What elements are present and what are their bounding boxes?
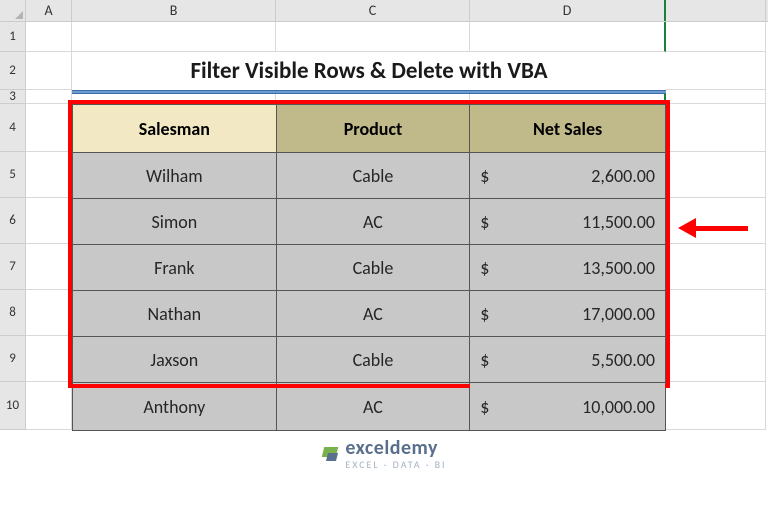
row-header-6[interactable]: 6 [0, 198, 26, 244]
row-header-7[interactable]: 7 [0, 244, 26, 290]
cell-netsales: $5,500.00 [470, 337, 666, 383]
cell-product: AC [276, 291, 470, 337]
exceldemy-logo-icon [321, 445, 339, 463]
cell-product: Cable [276, 245, 470, 291]
cell-product: AC [276, 199, 470, 245]
th-product[interactable]: Product [276, 105, 470, 153]
cell-salesman: Jaxson [73, 337, 277, 383]
cell-netsales: $11,500.00 [470, 199, 666, 245]
title-underline [72, 90, 666, 94]
cell-salesman: Frank [73, 245, 277, 291]
cell-netsales: $17,000.00 [470, 291, 666, 337]
row-header-9[interactable]: 9 [0, 336, 26, 382]
data-table: Salesman Product Net Sales Wilham Cable … [72, 104, 666, 431]
row-header-2[interactable]: 2 [0, 52, 26, 90]
row-header-col: 1 2 3 4 5 6 7 8 9 10 [0, 22, 26, 430]
page-title: Filter Visible Rows & Delete with VBA [72, 52, 666, 90]
row-header-10[interactable]: 10 [0, 382, 26, 430]
cell-netsales: $13,500.00 [470, 245, 666, 291]
cell-product: AC [276, 383, 470, 431]
row-header-5[interactable]: 5 [0, 152, 26, 198]
col-header-next[interactable] [666, 0, 766, 21]
cells-area[interactable]: Filter Visible Rows & Delete with VBA Sa… [26, 22, 766, 430]
col-header-A[interactable]: A [26, 0, 72, 21]
pointer-arrow-icon [678, 218, 750, 238]
select-all-triangle[interactable] [0, 0, 26, 21]
th-netsales[interactable]: Net Sales [470, 105, 666, 153]
row-header-8[interactable]: 8 [0, 290, 26, 336]
table-row[interactable]: Anthony AC $10,000.00 [73, 383, 666, 431]
cell-netsales: $2,600.00 [470, 153, 666, 199]
col-header-D[interactable]: D [470, 0, 666, 21]
cell-salesman: Wilham [73, 153, 277, 199]
col-header-C[interactable]: C [276, 0, 470, 21]
row-header-4[interactable]: 4 [0, 104, 26, 152]
row-header-3[interactable]: 3 [0, 90, 26, 104]
table-row[interactable]: Simon AC $11,500.00 [73, 199, 666, 245]
th-salesman[interactable]: Salesman [73, 105, 277, 153]
column-header-row: A B C D [0, 0, 768, 22]
watermark-sub: EXCEL · DATA · BI [345, 458, 446, 471]
table-row[interactable]: Nathan AC $17,000.00 [73, 291, 666, 337]
data-table-highlight: Salesman Product Net Sales Wilham Cable … [72, 104, 666, 384]
table-row[interactable]: Wilham Cable $2,600.00 [73, 153, 666, 199]
spreadsheet-view: A B C D 1 2 3 4 5 6 7 8 9 10 [0, 0, 768, 430]
cell-salesman: Simon [73, 199, 277, 245]
table-row[interactable]: Frank Cable $13,500.00 [73, 245, 666, 291]
watermark-brand: exceldemy [345, 436, 438, 460]
watermark: exceldemy EXCEL · DATA · BI [0, 436, 768, 471]
table-row[interactable]: Jaxson Cable $5,500.00 [73, 337, 666, 383]
cell-product: Cable [276, 337, 470, 383]
col-header-B[interactable]: B [72, 0, 276, 21]
row-header-1[interactable]: 1 [0, 22, 26, 52]
cell-salesman: Anthony [73, 383, 277, 431]
cell-salesman: Nathan [73, 291, 277, 337]
cell-product: Cable [276, 153, 470, 199]
cell-netsales: $10,000.00 [470, 383, 666, 431]
